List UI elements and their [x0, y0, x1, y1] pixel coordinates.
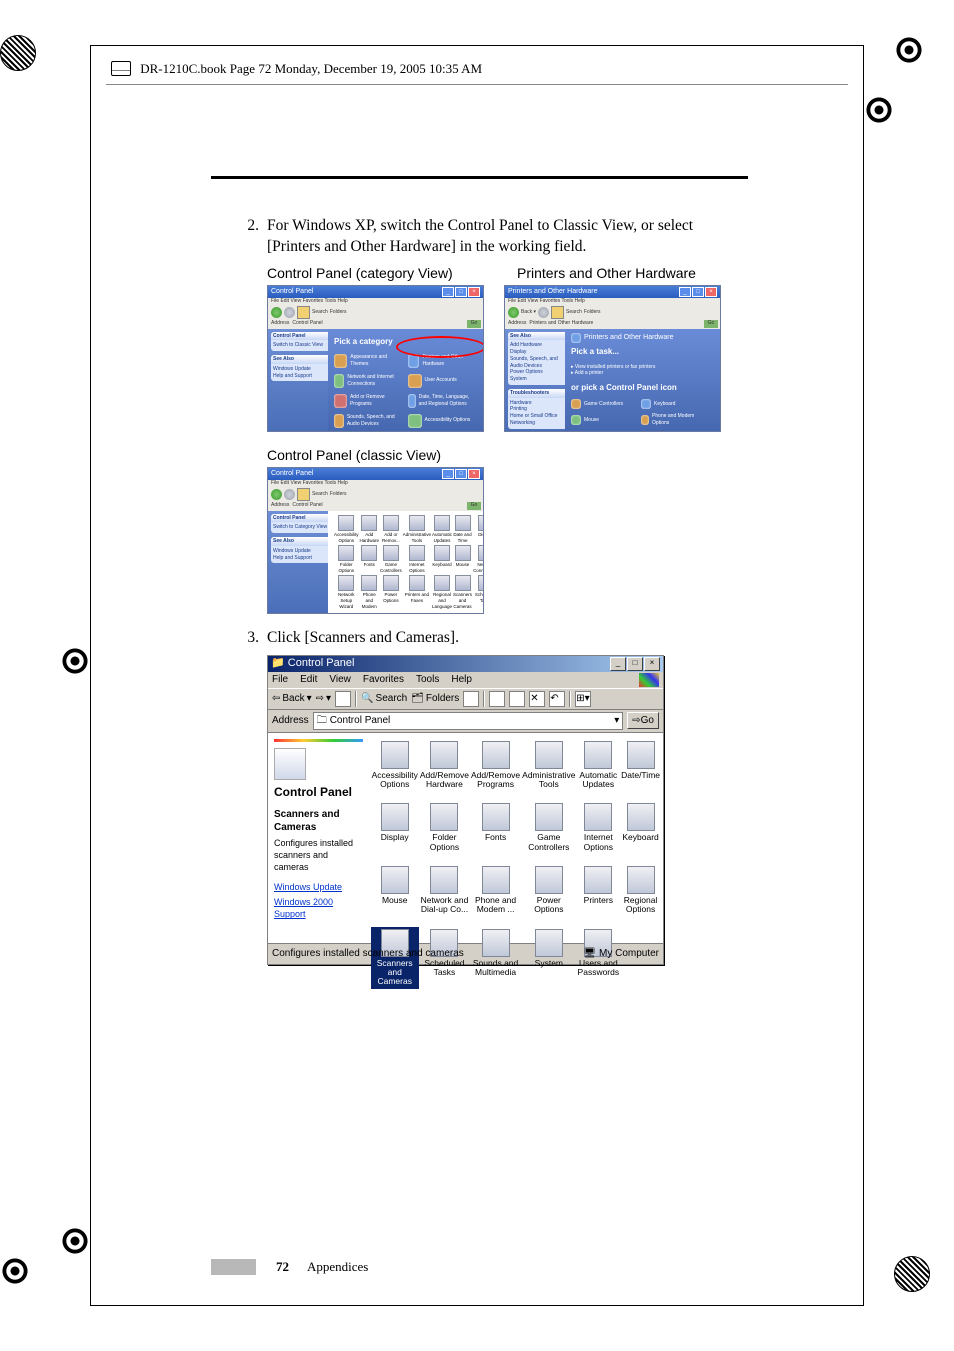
cp-item[interactable]: System — [521, 927, 576, 989]
side-panel: Control Panel Scanners and Cameras Confi… — [268, 733, 369, 943]
cp-item[interactable]: Fonts — [360, 545, 380, 574]
cp-item[interactable]: Network Connections — [473, 545, 484, 574]
menu-bar[interactable]: FileEditView FavoritesToolsHelp — [268, 672, 663, 688]
caption-printers-hw: Printers and Other Hardware — [517, 264, 696, 283]
cp-item[interactable]: Administrative Tools — [521, 739, 576, 792]
screenshot-w2k-control-panel: 📁 Control Panel _□× FileEditView Favorit… — [267, 655, 664, 965]
close-btn[interactable]: × — [468, 287, 480, 297]
close-btn[interactable]: × — [644, 657, 660, 671]
cp-item[interactable]: Sounds and Multimedia — [470, 927, 521, 989]
cp-item[interactable]: Printers — [577, 864, 621, 917]
go-button[interactable]: ⇨Go — [627, 712, 659, 730]
back-icon[interactable] — [508, 307, 519, 318]
cp-item[interactable]: Power Options — [380, 575, 402, 614]
cp-item[interactable]: Keyboard — [432, 545, 452, 574]
cp-item[interactable]: Network Setup Wizard — [334, 575, 359, 614]
cp-item[interactable]: Administrative Tools — [403, 515, 431, 544]
address-label: Address — [272, 714, 309, 728]
my-computer-icon: 🖥 — [583, 947, 596, 961]
max-btn[interactable]: □ — [455, 287, 467, 297]
forward-button[interactable]: ⇨▾ — [316, 692, 331, 706]
cp-item[interactable]: Automatic Updates — [577, 739, 621, 792]
cp-item[interactable]: Add/Remove Programs — [470, 739, 521, 792]
doc-header: DR-1210C.book Page 72 Monday, December 1… — [111, 61, 482, 77]
cp-item[interactable]: Printers and Faxes — [403, 575, 431, 614]
up-icon[interactable] — [335, 691, 351, 707]
delete-icon[interactable]: ✕ — [529, 691, 545, 707]
cp-item[interactable]: Scheduled Tasks — [473, 575, 484, 614]
cp-item[interactable]: Game Controllers — [380, 545, 402, 574]
copy-to-icon[interactable] — [509, 691, 525, 707]
screenshot-xp-classic: Control Panel _□× File Edit View Favorit… — [267, 467, 484, 614]
cp-item[interactable]: Internet Options — [577, 801, 621, 854]
cp-item[interactable]: Keyboard — [620, 801, 661, 854]
step-3: 3. Click [Scanners and Cameras]. — [241, 628, 748, 649]
cp-item[interactable]: Date/Time — [620, 739, 661, 792]
address-field[interactable]: 🗀Control Panel▾ — [313, 712, 624, 730]
history-icon[interactable] — [463, 691, 479, 707]
cp-item[interactable]: Add/Remove Hardware — [419, 739, 470, 792]
cp-item[interactable]: Internet Options — [403, 545, 431, 574]
forward-icon[interactable] — [284, 307, 295, 318]
cp-item[interactable]: Power Options — [521, 864, 576, 917]
link-windows-update[interactable]: Windows Update — [274, 881, 363, 893]
cp-item[interactable]: Game Controllers — [521, 801, 576, 854]
caption-category-view: Control Panel (category View) — [267, 264, 487, 283]
undo-icon[interactable]: ↶ — [549, 691, 565, 707]
cp-item[interactable]: Display — [371, 801, 419, 854]
windows-logo-icon — [639, 673, 659, 687]
folders-button[interactable]: 🗂Folders — [411, 692, 459, 706]
toolbar[interactable]: ⇦Back▾ ⇨▾ 🔍Search 🗂Folders ✕ ↶ ⊞▾ — [268, 688, 663, 710]
cp-item[interactable]: Network and Dial-up Co... — [419, 864, 470, 917]
up-icon[interactable] — [297, 306, 310, 319]
search-button[interactable]: 🔍Search — [361, 692, 407, 706]
back-button[interactable]: ⇦Back▾ — [272, 692, 312, 706]
footer-bar — [211, 1259, 256, 1275]
views-icon[interactable]: ⊞▾ — [575, 691, 591, 707]
folder-icon: 🗀 — [317, 714, 327, 728]
min-btn[interactable]: _ — [610, 657, 626, 671]
cp-item[interactable]: Mouse — [371, 864, 419, 917]
page-footer: 72 Appendices — [276, 1259, 368, 1275]
cp-item[interactable]: Mouse — [453, 545, 472, 574]
cp-item[interactable]: Accessibility Options — [334, 515, 359, 544]
link-win2000-support[interactable]: Windows 2000 Support — [274, 896, 363, 920]
caption-classic-view: Control Panel (classic View) — [267, 446, 441, 465]
cp-item[interactable]: Phone and Modem ... — [470, 864, 521, 917]
cp-item[interactable]: Add Hardware — [360, 515, 380, 544]
cp-item[interactable]: Scanners and Cameras — [453, 575, 472, 614]
cp-item[interactable]: Folder Options — [419, 801, 470, 854]
cp-item[interactable]: Regional and Language ... — [432, 575, 452, 614]
cp-item[interactable]: Date and Time — [453, 515, 472, 544]
screenshot-xp-printers-hw: Printers and Other Hardware _□× File Edi… — [504, 285, 721, 432]
folder-icon: 📁 — [271, 657, 285, 669]
cp-item[interactable]: Folder Options — [334, 545, 359, 574]
control-panel-icon — [274, 748, 306, 780]
move-to-icon[interactable] — [489, 691, 505, 707]
cp-item[interactable]: Fonts — [470, 801, 521, 854]
back-icon[interactable] — [271, 307, 282, 318]
cp-item[interactable]: Add or Remov... — [380, 515, 402, 544]
cp-item[interactable]: Accessibility Options — [371, 739, 419, 792]
page-content: 2. For Windows XP, switch the Control Pa… — [241, 216, 748, 965]
page-frame: DR-1210C.book Page 72 Monday, December 1… — [90, 45, 864, 1306]
min-btn[interactable]: _ — [442, 287, 454, 297]
max-btn[interactable]: □ — [627, 657, 643, 671]
cp-item[interactable]: Phone and Modem ... — [360, 575, 380, 614]
cp-item[interactable]: Regional Options — [620, 864, 661, 917]
cp-item[interactable]: Automatic Updates — [432, 515, 452, 544]
cp-item[interactable]: Display — [473, 515, 484, 544]
step-2: 2. For Windows XP, switch the Control Pa… — [241, 216, 748, 258]
screenshot-xp-category: Control Panel _□× File Edit View Favorit… — [267, 285, 484, 432]
